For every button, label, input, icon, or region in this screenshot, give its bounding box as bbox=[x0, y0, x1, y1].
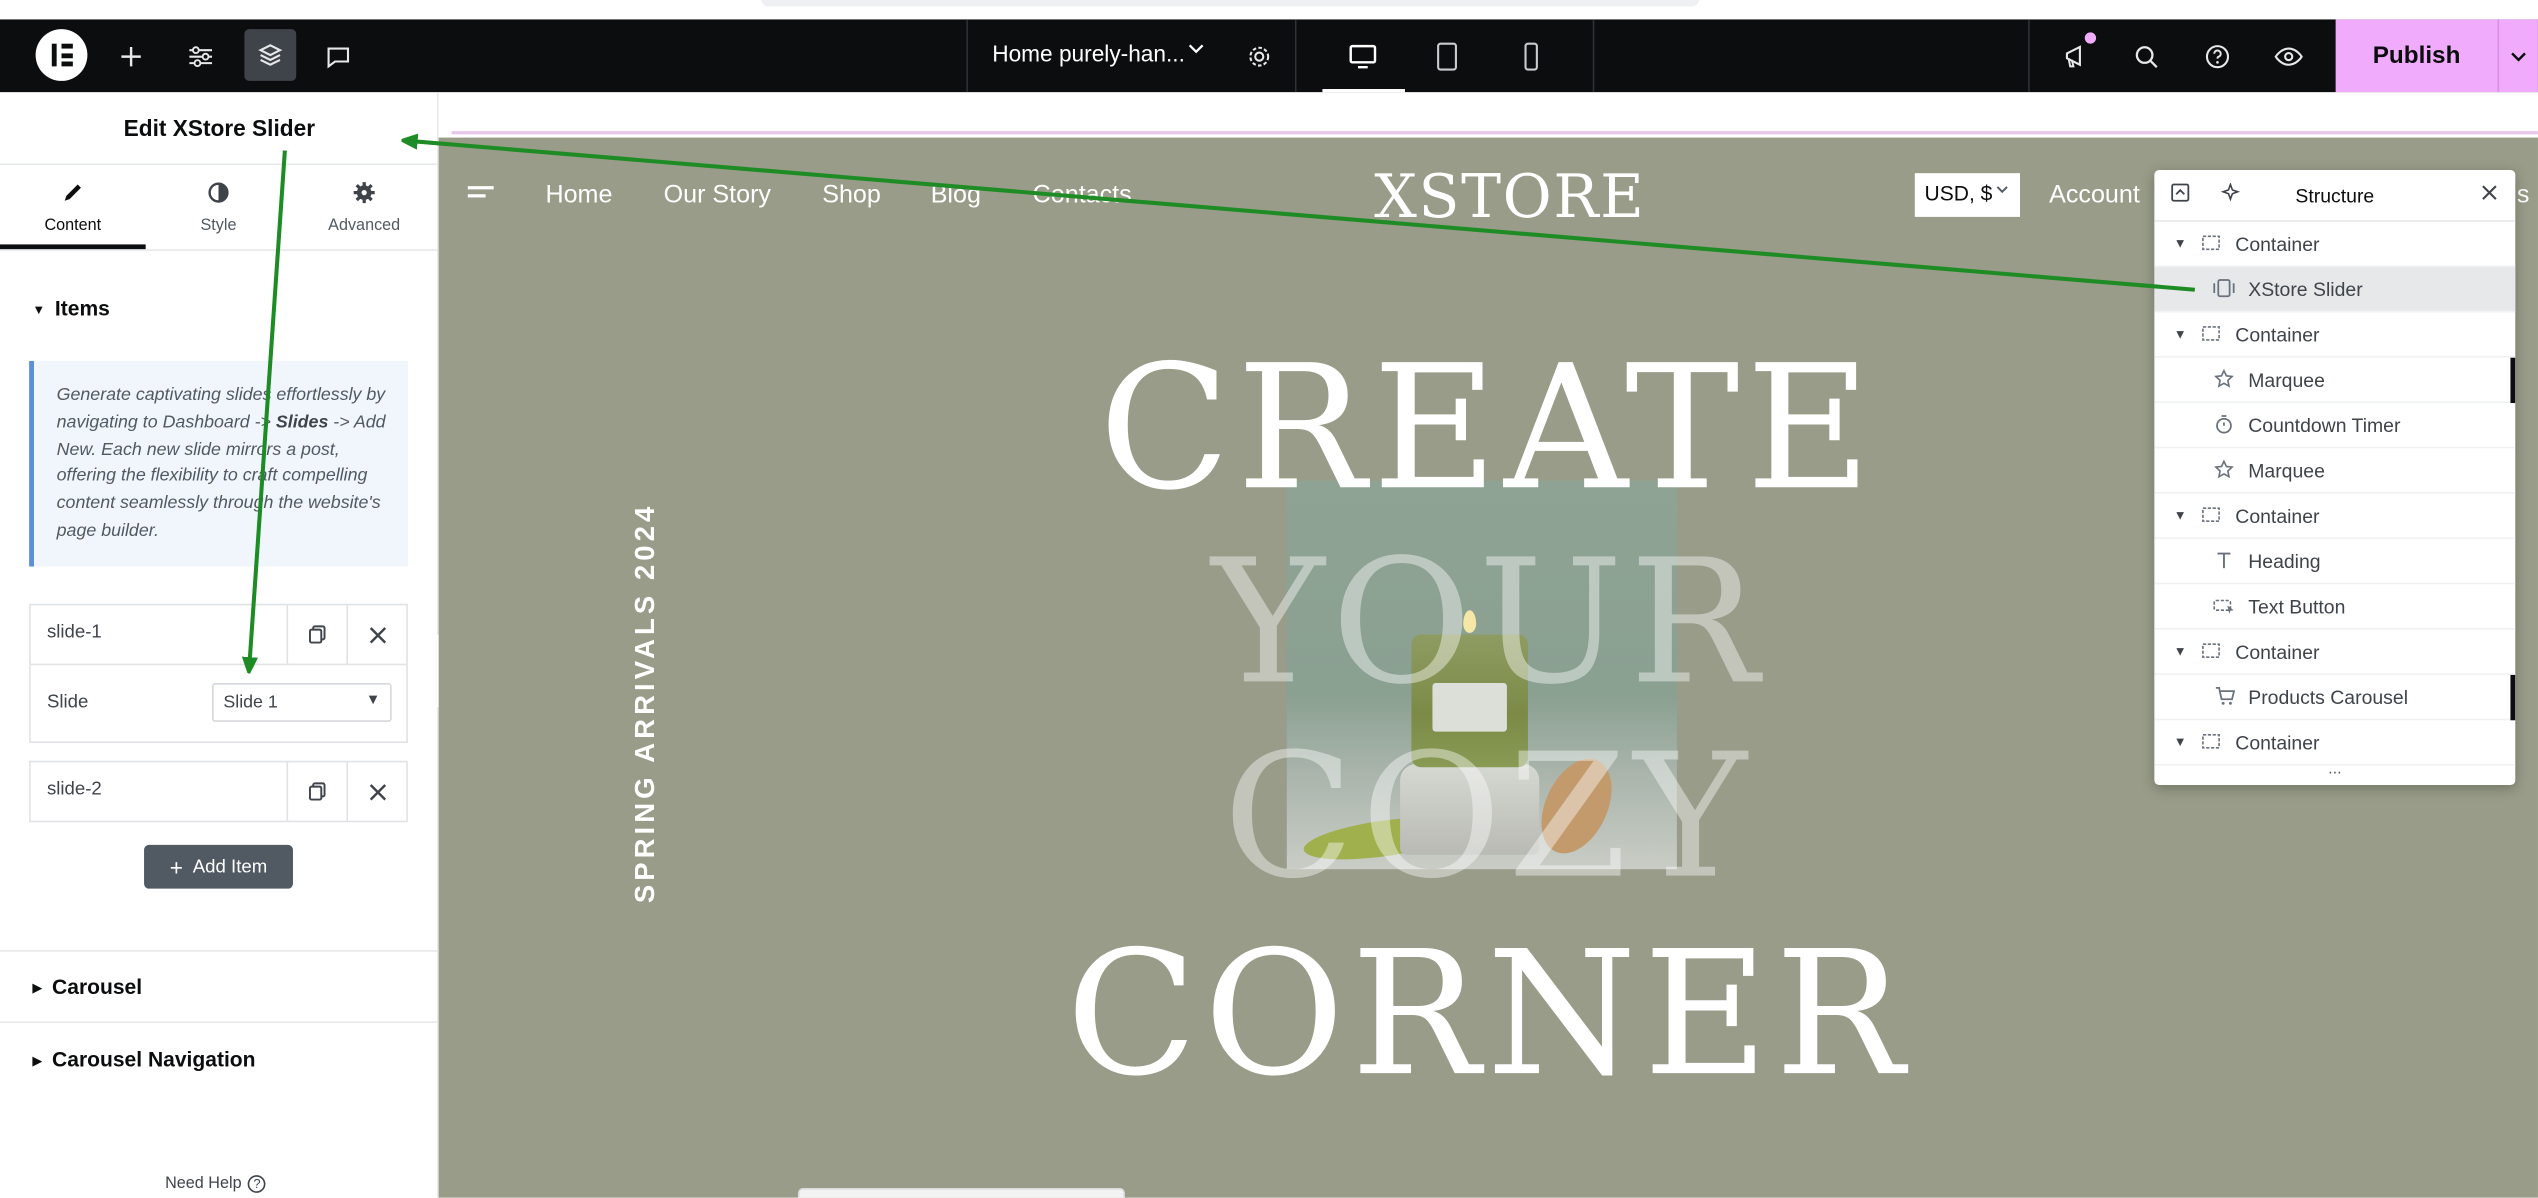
editor-window: Home purely-han... Publish Edit XStore S… bbox=[0, 0, 2538, 1198]
search-icon[interactable] bbox=[2125, 36, 2167, 78]
repeater-item-slide-2: slide-2 bbox=[29, 760, 408, 823]
structure-item-heading[interactable]: Heading bbox=[2154, 539, 2516, 585]
repeater-item-title[interactable]: slide-1 bbox=[47, 623, 102, 642]
structure-title: Structure bbox=[2295, 184, 2375, 208]
hero-line-4: CORNER bbox=[1066, 914, 1911, 1114]
caret-down-icon[interactable]: ▼ bbox=[2174, 644, 2187, 659]
top-toolbar: Home purely-han... Publish bbox=[0, 19, 2538, 93]
tab-content[interactable]: Content bbox=[0, 165, 146, 250]
structure-item-xstore-slider[interactable]: XStore Slider bbox=[2154, 267, 2516, 313]
tab-style[interactable]: Style bbox=[146, 165, 292, 249]
browser-strip bbox=[0, 0, 2538, 20]
tab-advanced[interactable]: Advanced bbox=[291, 165, 437, 249]
structure-item-countdown-timer[interactable]: Countdown Timer bbox=[2154, 403, 2516, 449]
help-icon[interactable] bbox=[2196, 36, 2238, 78]
account-link[interactable]: Account bbox=[2049, 181, 2140, 210]
container-icon bbox=[2200, 233, 2223, 256]
page-title[interactable]: Home purely-han... bbox=[992, 40, 1185, 66]
section-carousel-navigation[interactable]: ▶ Carousel Navigation bbox=[32, 1047, 255, 1071]
structure-item-marquee[interactable]: Marquee bbox=[2154, 357, 2516, 404]
chevron-down-icon: ▼ bbox=[365, 691, 381, 708]
remove-icon[interactable] bbox=[346, 605, 406, 664]
container-icon bbox=[2200, 324, 2223, 347]
editor-panel: Edit XStore Slider Content Style Advance… bbox=[0, 92, 439, 1198]
canvas-bottom-handle[interactable] bbox=[797, 1188, 1125, 1198]
panel-tabs: Content Style Advanced bbox=[0, 165, 439, 250]
slide-select[interactable]: Slide 1 ▼ bbox=[212, 683, 392, 722]
structure-item-container[interactable]: ▼ Container bbox=[2154, 222, 2516, 268]
close-icon[interactable] bbox=[2481, 183, 2497, 206]
address-bar[interactable] bbox=[760, 0, 1700, 7]
preview-eye-icon[interactable] bbox=[2268, 36, 2310, 78]
half-circle-icon bbox=[146, 181, 292, 210]
help-icon: ? bbox=[248, 1175, 266, 1193]
brand-logo[interactable]: XSTORE bbox=[1374, 162, 1645, 232]
structure-item-container[interactable]: ▼ Container bbox=[2154, 312, 2516, 358]
settings-sliders-icon[interactable] bbox=[180, 36, 222, 78]
structure-list: ▼ Container XStore Slider ▼ Container Marquee… bbox=[2154, 222, 2516, 766]
structure-item-container[interactable]: ▼ Container bbox=[2154, 494, 2516, 539]
gear-icon bbox=[291, 181, 437, 210]
structure-item-marquee[interactable]: Marquee bbox=[2154, 448, 2516, 494]
publish-options-chevron-icon[interactable] bbox=[2497, 19, 2538, 93]
add-item-button[interactable]: + Add Item bbox=[144, 844, 293, 889]
currency-select[interactable]: USD, $ bbox=[1914, 173, 2021, 217]
resize-handle[interactable]: ... bbox=[2154, 762, 2515, 785]
container-icon bbox=[2200, 505, 2223, 528]
add-icon[interactable] bbox=[110, 36, 152, 78]
heading-icon bbox=[2213, 550, 2236, 574]
timer-icon bbox=[2213, 414, 2236, 438]
hamburger-menu-icon[interactable] bbox=[467, 186, 494, 205]
duplicate-icon[interactable] bbox=[286, 762, 346, 821]
desktop-icon[interactable] bbox=[1343, 36, 1382, 78]
caret-down-icon[interactable]: ▼ bbox=[2174, 327, 2187, 342]
container-icon bbox=[2200, 732, 2223, 755]
star-icon bbox=[2213, 459, 2236, 484]
chevron-down-icon bbox=[1994, 181, 2010, 202]
caret-down-icon[interactable]: ▼ bbox=[2174, 508, 2187, 523]
cart-icon bbox=[2213, 686, 2236, 710]
nav-blog[interactable]: Blog bbox=[931, 181, 981, 210]
pencil-icon bbox=[0, 181, 146, 210]
caret-down-icon[interactable]: ▼ bbox=[2174, 236, 2187, 251]
structure-item-products-carousel[interactable]: Products Carousel bbox=[2154, 674, 2516, 721]
nav-our-story[interactable]: Our Story bbox=[664, 181, 771, 210]
remove-icon[interactable] bbox=[346, 762, 406, 821]
structure-navigator: Structure ▼ Container XStore Slider ▼ Contai… bbox=[2154, 169, 2516, 786]
page-settings-gear-icon[interactable] bbox=[1238, 36, 1280, 78]
layers-icon[interactable] bbox=[244, 29, 297, 81]
button-icon bbox=[2213, 596, 2236, 620]
duplicate-icon[interactable] bbox=[286, 605, 346, 664]
comments-icon[interactable] bbox=[317, 36, 359, 78]
nav-shop[interactable]: Shop bbox=[822, 181, 881, 210]
repeater-item-slide-1: slide-1 Slide Slide 1 ▼ bbox=[29, 603, 408, 743]
caret-down-icon[interactable]: ▼ bbox=[2174, 735, 2187, 750]
chevron-down-icon[interactable] bbox=[1186, 39, 1205, 63]
star-icon bbox=[2213, 368, 2236, 393]
repeater-item-title[interactable]: slide-2 bbox=[47, 780, 102, 799]
tablet-icon[interactable] bbox=[1428, 36, 1467, 78]
need-help-link[interactable]: Need Help? bbox=[165, 1175, 266, 1193]
container-icon bbox=[2200, 641, 2223, 664]
structure-item-container[interactable]: ▼ Container bbox=[2154, 720, 2516, 766]
nav-contacts[interactable]: Contacts bbox=[1033, 181, 1132, 210]
publish-button[interactable]: Publish bbox=[2335, 19, 2498, 93]
nav-clipped: s bbox=[2516, 181, 2530, 209]
structure-item-text-button[interactable]: Text Button bbox=[2154, 584, 2516, 630]
mobile-icon[interactable] bbox=[1512, 36, 1551, 78]
structure-item-container[interactable]: ▼ Container bbox=[2154, 630, 2516, 675]
nav-home[interactable]: Home bbox=[545, 181, 612, 210]
slider-notice: Generate captivating slides effortlessly… bbox=[29, 360, 408, 567]
slide-field-label: Slide bbox=[46, 692, 89, 713]
slider-icon bbox=[2213, 278, 2236, 302]
plus-icon: + bbox=[169, 853, 184, 880]
section-items[interactable]: ▼ Items bbox=[32, 296, 110, 320]
notification-dot bbox=[2084, 32, 2097, 44]
panel-title: Edit XStore Slider bbox=[123, 114, 316, 141]
elementor-logo-icon[interactable] bbox=[35, 29, 88, 81]
section-carousel[interactable]: ▶ Carousel bbox=[32, 974, 142, 998]
